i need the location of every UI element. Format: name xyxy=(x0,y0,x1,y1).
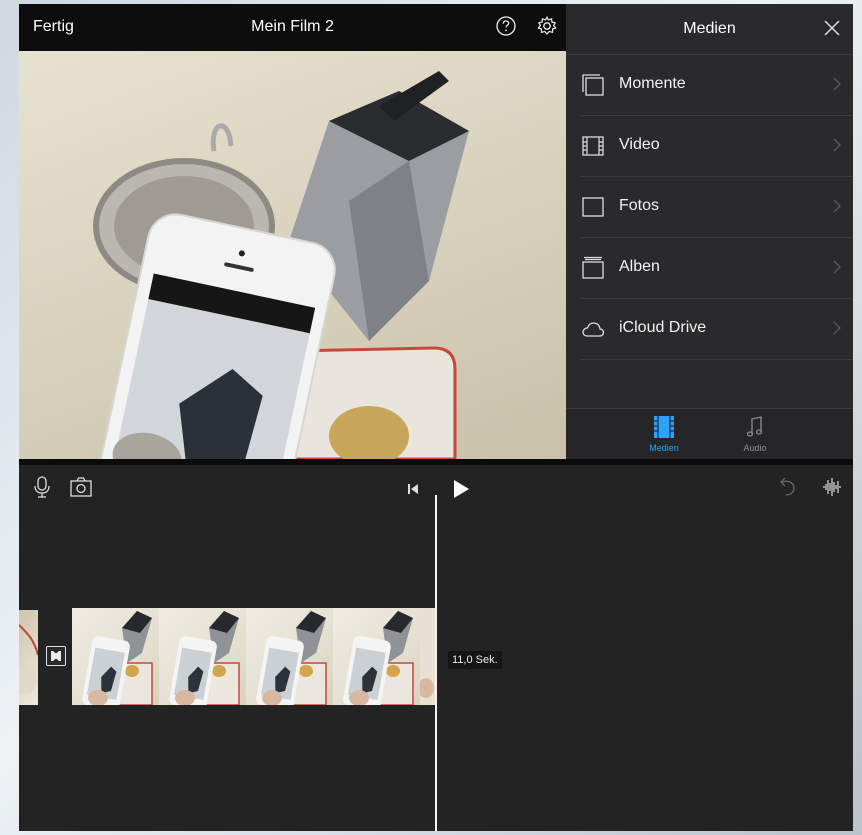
clip-thumbnail xyxy=(246,608,333,705)
media-item-moments[interactable]: Momente xyxy=(581,55,853,116)
film-icon xyxy=(581,134,605,158)
media-panel-title: Medien xyxy=(683,20,736,37)
media-item-video[interactable]: Video xyxy=(581,116,853,177)
previous-clip[interactable] xyxy=(19,610,38,705)
transition-icon[interactable] xyxy=(46,646,66,666)
media-item-icloud-drive[interactable]: iCloud Drive xyxy=(581,299,853,360)
chevron-right-icon xyxy=(833,138,841,152)
close-icon[interactable] xyxy=(823,19,841,37)
chevron-right-icon xyxy=(833,260,841,274)
clip-thumbnail xyxy=(333,608,420,705)
chevron-right-icon xyxy=(833,199,841,213)
imovie-app: Fertig Mein Film 2 Medien Momente Video … xyxy=(19,4,853,831)
media-item-photos[interactable]: Fotos xyxy=(581,177,853,238)
clip-thumbnail xyxy=(72,608,159,705)
microphone-icon[interactable] xyxy=(30,475,54,499)
camera-icon[interactable] xyxy=(69,475,93,499)
play-icon[interactable] xyxy=(449,477,473,501)
clip-duration-label: 11,0 Sek. xyxy=(448,651,502,669)
music-note-icon xyxy=(744,416,766,441)
cloud-icon xyxy=(581,317,605,341)
media-tab-icon xyxy=(653,416,675,441)
chevron-right-icon xyxy=(833,321,841,335)
media-panel: Medien Momente Video Fotos Alben iCloud … xyxy=(566,4,853,459)
video-clip[interactable] xyxy=(72,608,437,705)
video-preview[interactable] xyxy=(19,51,566,459)
clip-thumbnail xyxy=(159,608,246,705)
media-item-label: Fotos xyxy=(619,197,660,214)
project-title: Mein Film 2 xyxy=(251,18,334,35)
tab-label: Medien xyxy=(649,443,679,453)
undo-icon[interactable] xyxy=(775,475,799,499)
media-item-albums[interactable]: Alben xyxy=(581,238,853,299)
help-icon[interactable] xyxy=(495,15,517,37)
photo-icon xyxy=(581,195,605,219)
albums-icon xyxy=(581,256,605,280)
media-item-label: Video xyxy=(619,136,660,153)
moments-icon xyxy=(581,73,605,97)
timeline[interactable]: 11,0 Sek. xyxy=(19,465,853,831)
media-item-label: Alben xyxy=(619,258,660,275)
tab-media[interactable]: Medien xyxy=(639,415,689,453)
gear-icon[interactable] xyxy=(536,15,558,37)
media-item-label: iCloud Drive xyxy=(619,319,707,336)
tab-label: Audio xyxy=(743,443,767,453)
project-toolbar: Fertig Mein Film 2 xyxy=(19,4,566,51)
skip-to-start-icon[interactable] xyxy=(401,477,425,501)
media-panel-header: Medien xyxy=(566,4,853,55)
chevron-right-icon xyxy=(833,77,841,91)
playhead[interactable] xyxy=(435,495,437,831)
preview-image xyxy=(91,71,469,459)
audio-waveform-icon[interactable] xyxy=(820,475,844,499)
tab-audio[interactable]: Audio xyxy=(730,415,780,453)
media-item-label: Momente xyxy=(619,75,686,92)
media-tab-bar: Medien Audio xyxy=(566,408,853,459)
